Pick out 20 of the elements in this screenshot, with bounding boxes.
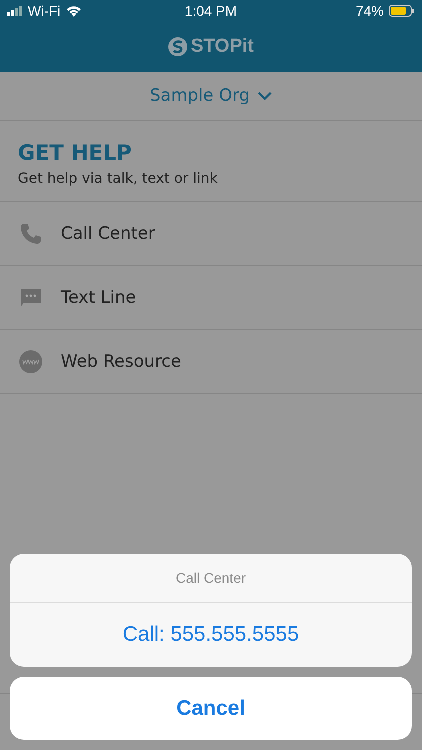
- cancel-button[interactable]: Cancel: [10, 677, 412, 740]
- status-time: 1:04 PM: [184, 3, 238, 19]
- battery-percent: 74%: [356, 3, 384, 19]
- message-icon: [19, 288, 43, 308]
- globe-icon: [19, 350, 43, 374]
- help-option[interactable]: Call Center: [0, 202, 422, 266]
- help-option[interactable]: Web Resource: [0, 330, 422, 394]
- signal-icon: [7, 6, 23, 16]
- help-option[interactable]: Text Line: [0, 266, 422, 330]
- battery-icon: [388, 5, 415, 17]
- phone-icon: [19, 222, 43, 244]
- call-button[interactable]: Call: 555.555.5555: [10, 603, 412, 667]
- chevron-down-icon: [258, 92, 272, 100]
- section-title: GET HELP: [18, 141, 133, 165]
- logo-text: STOPit: [191, 36, 254, 58]
- sheet-title: Call Center: [10, 554, 412, 603]
- logo-icon: [168, 37, 188, 57]
- wifi-icon: [66, 5, 82, 17]
- carrier-label: Wi-Fi: [28, 3, 61, 19]
- section-subtitle: Get help via talk, text or link: [18, 171, 219, 187]
